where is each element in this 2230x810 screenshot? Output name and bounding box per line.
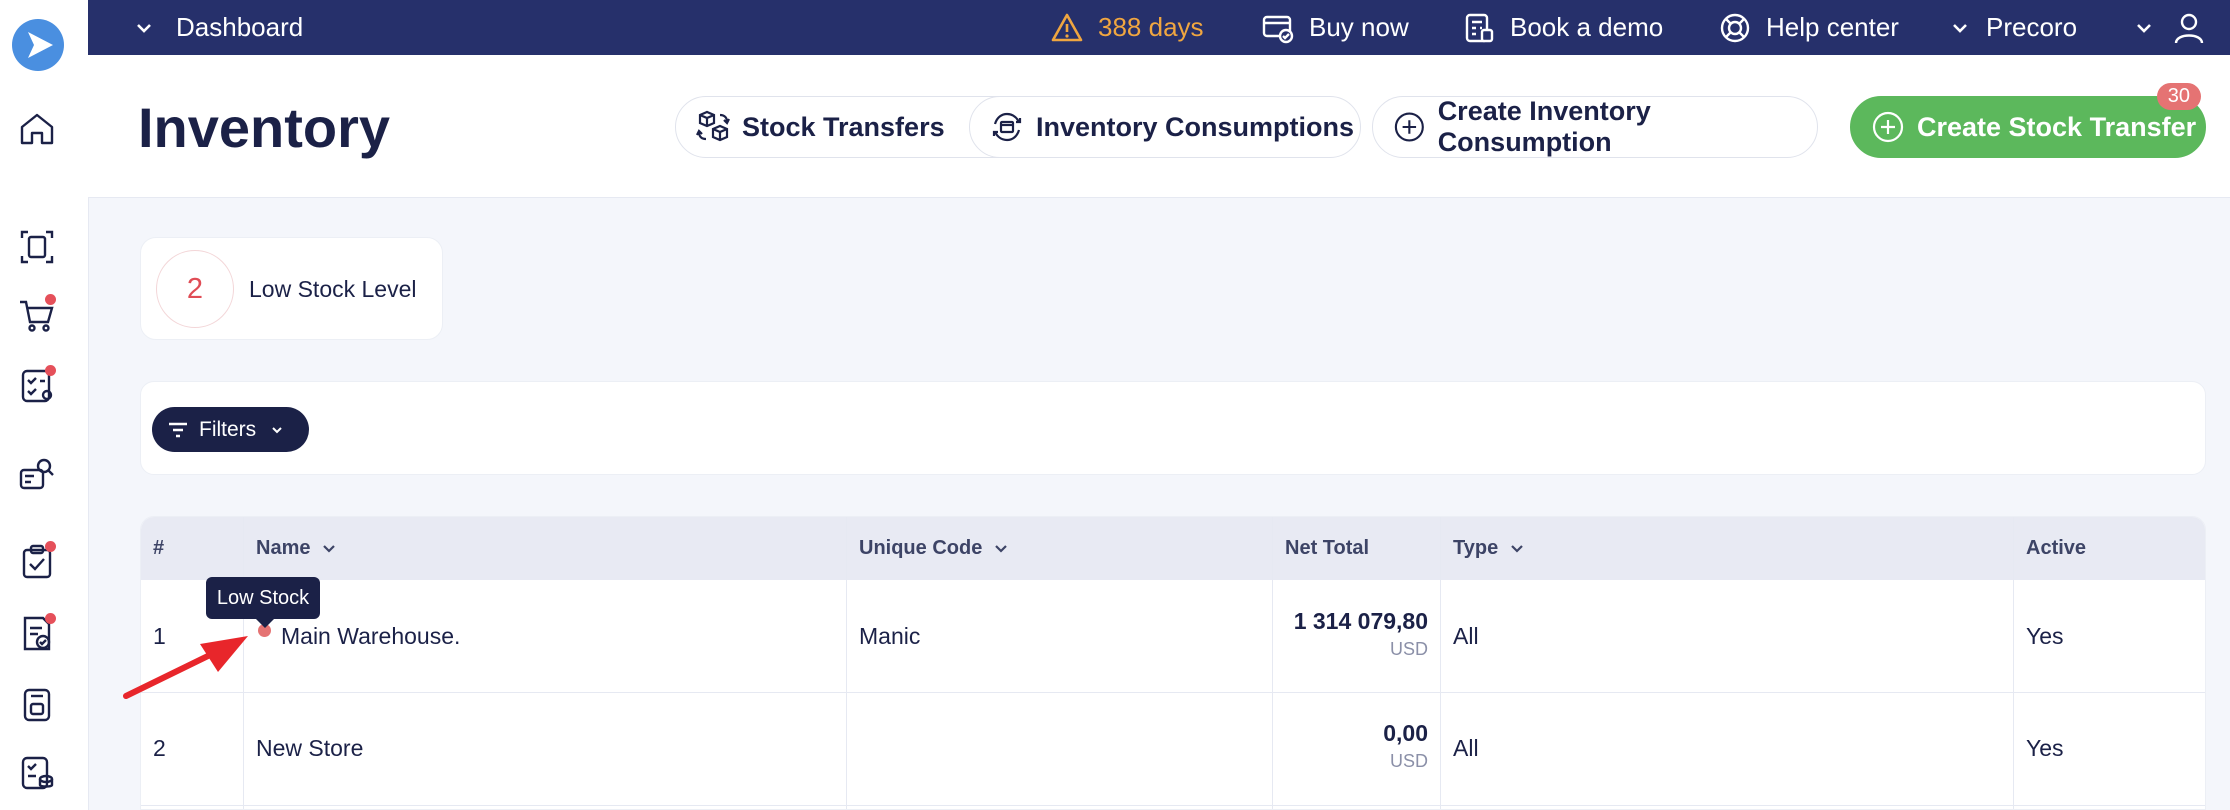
- consumption-cycle-icon: [992, 112, 1022, 142]
- book-demo-link[interactable]: Book a demo: [1462, 0, 1663, 55]
- net-total-value: 1 314 079,80: [1293, 608, 1428, 634]
- precoro-logo-icon[interactable]: [11, 18, 65, 72]
- low-stock-tooltip: Low Stock: [206, 577, 320, 628]
- page-title: Inventory: [138, 96, 391, 159]
- net-total-value: 0,00: [1383, 720, 1428, 746]
- filters-label: Filters: [199, 417, 257, 441]
- buy-now-link[interactable]: Buy now: [1261, 0, 1409, 55]
- buy-now-label: Buy now: [1309, 12, 1409, 42]
- invoice-check-icon[interactable]: [16, 613, 58, 655]
- inventory-consumptions-button[interactable]: Inventory Consumptions: [969, 96, 1361, 158]
- plus-circle-icon: [1394, 112, 1424, 142]
- filter-icon: [169, 422, 187, 437]
- create-stock-transfer-label: Create Stock Transfer: [1917, 111, 2197, 142]
- inventory-table: # Name Unique Code Net Total Type Active…: [140, 516, 2206, 810]
- column-header-unique-code[interactable]: Unique Code: [859, 517, 1010, 580]
- create-stock-transfer-button[interactable]: Create Stock Transfer 30: [1850, 83, 2206, 158]
- active-value: Yes: [2026, 623, 2064, 649]
- table-header: # Name Unique Code Net Total Type Active: [141, 517, 2205, 580]
- lifebuoy-icon: [1720, 13, 1750, 42]
- help-center-label: Help center: [1766, 12, 1899, 42]
- net-total-currency: USD: [1389, 751, 1428, 771]
- filters-panel: Filters: [140, 381, 2206, 475]
- column-header-type[interactable]: Type: [1453, 517, 1526, 580]
- create-inventory-consumption-label: Create Inventory Consumption: [1437, 96, 1651, 157]
- unique-code: Manic: [859, 623, 921, 649]
- supplier-search-icon[interactable]: [16, 454, 58, 496]
- billing-icon: [1262, 15, 1294, 43]
- dashboard-menu[interactable]: Dashboard: [134, 0, 303, 55]
- chevron-down-icon: [272, 426, 282, 433]
- notification-dot: [45, 365, 56, 376]
- plus-circle-icon: [1872, 111, 1904, 143]
- active-value: Yes: [2026, 735, 2064, 761]
- count-badge: 30: [2156, 83, 2201, 110]
- trial-days-text: 388 days: [1098, 12, 1204, 42]
- calendar-icon: [1465, 13, 1494, 42]
- filters-button[interactable]: Filters: [152, 407, 309, 452]
- sidebar: [0, 0, 89, 810]
- company-switcher[interactable]: Precoro: [1950, 0, 2077, 55]
- warning-icon: [1051, 13, 1083, 41]
- table-row[interactable]: 1 Main Warehouse. Manic 1 314 079,80 USD…: [141, 580, 2205, 693]
- transfer-boxes-icon: [696, 110, 730, 142]
- notification-dot: [45, 294, 56, 305]
- notification-dot: [45, 613, 56, 624]
- notification-dot: [45, 541, 56, 552]
- sort-chevron-icon: [995, 544, 1008, 553]
- sort-chevron-icon: [323, 544, 336, 553]
- low-stock-label: Low Stock Level: [249, 276, 417, 302]
- scan-document-icon[interactable]: [16, 226, 58, 268]
- chevron-down-icon: [137, 23, 151, 33]
- receipt-icon[interactable]: [16, 684, 58, 726]
- dashboard-label: Dashboard: [176, 12, 304, 42]
- sort-chevron-icon: [1511, 544, 1523, 553]
- column-header-active: Active: [2026, 537, 2087, 559]
- column-header-name[interactable]: Name: [256, 517, 338, 580]
- company-name: Precoro: [1986, 12, 2078, 42]
- approval-list-icon[interactable]: [16, 365, 58, 407]
- trial-days-indicator[interactable]: 388 days: [1050, 0, 1204, 55]
- user-icon: [2174, 13, 2204, 43]
- budget-list-icon[interactable]: [16, 752, 58, 794]
- top-navigation-bar: Dashboard 388 days Buy now Book a demo H…: [88, 0, 2230, 55]
- cart-icon[interactable]: [16, 294, 58, 336]
- low-stock-count: 2: [156, 250, 234, 328]
- column-header-number: #: [153, 537, 165, 559]
- create-inventory-consumption-button[interactable]: Create Inventory Consumption: [1372, 96, 1818, 158]
- clipboard-check-icon[interactable]: [16, 541, 58, 583]
- type-value: All: [1453, 735, 1479, 761]
- warehouse-name-link[interactable]: Main Warehouse.: [281, 623, 460, 650]
- net-total: 1 314 079,80 USD: [1272, 608, 1428, 660]
- annotation-arrow-icon: [123, 636, 248, 699]
- type-value: All: [1453, 623, 1479, 649]
- row-number: 2: [153, 735, 166, 761]
- book-demo-label: Book a demo: [1510, 12, 1664, 42]
- stock-transfers-label: Stock Transfers: [742, 111, 945, 142]
- net-total: 0,00 USD: [1272, 720, 1428, 772]
- chevron-down-icon: [2137, 23, 2151, 33]
- warehouse-name-link[interactable]: New Store: [256, 735, 363, 762]
- inventory-consumptions-label: Inventory Consumptions: [1036, 111, 1355, 142]
- low-stock-level-card[interactable]: 2 Low Stock Level: [140, 237, 443, 340]
- column-header-net-total: Net Total: [1285, 537, 1370, 559]
- page-header: Inventory Stock Transfers Inventory Cons…: [88, 55, 2230, 198]
- net-total-currency: USD: [1389, 639, 1428, 659]
- table-row[interactable]: 2 New Store 0,00 USD All Yes: [141, 693, 2205, 806]
- help-center-link[interactable]: Help center: [1718, 0, 1899, 55]
- user-menu[interactable]: [2134, 0, 2206, 55]
- chevron-down-icon: [1953, 23, 1967, 33]
- home-icon[interactable]: [16, 108, 58, 150]
